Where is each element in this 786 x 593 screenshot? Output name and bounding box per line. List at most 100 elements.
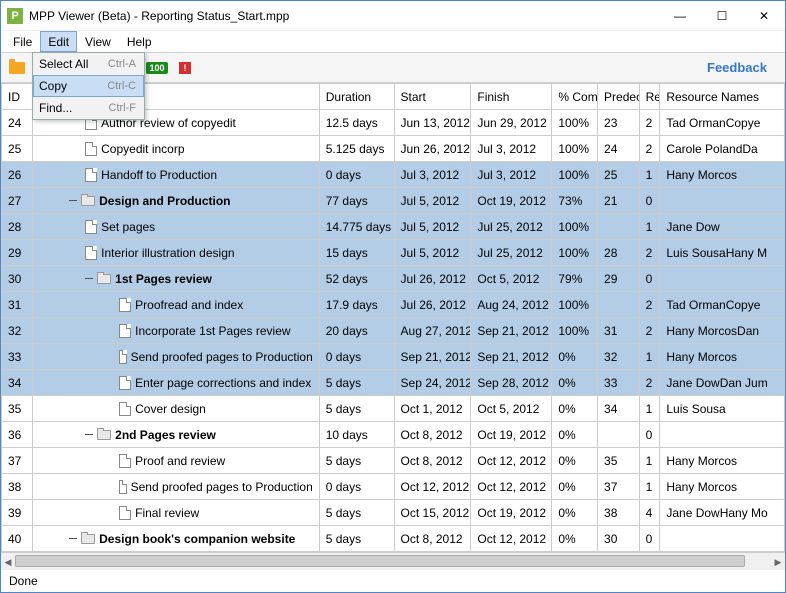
cell-name[interactable]: Handoff to Production — [33, 162, 320, 188]
cell-duration: 12.5 days — [319, 110, 394, 136]
cell-name[interactable]: Proof and review — [33, 448, 320, 474]
cell-name[interactable]: Send proofed pages to Production — [33, 474, 320, 500]
task-name: Incorporate 1st Pages review — [135, 324, 290, 338]
cell-pct: 0% — [552, 370, 598, 396]
cell-pred: 38 — [598, 500, 640, 526]
cell-id: 26 — [2, 162, 33, 188]
table-row[interactable]: 40 Design book's companion website5 days… — [2, 526, 785, 552]
cell-duration: 5 days — [319, 396, 394, 422]
col-start[interactable]: Start — [394, 84, 471, 110]
table-row[interactable]: 37 Proof and review5 daysOct 8, 2012Oct … — [2, 448, 785, 474]
scroll-thumb[interactable] — [15, 555, 745, 567]
table-row[interactable]: 35 Cover design5 daysOct 1, 2012Oct 5, 2… — [2, 396, 785, 422]
scroll-right-arrow[interactable]: ▶ — [771, 553, 785, 571]
table-row[interactable]: 33 Send proofed pages to Production0 day… — [2, 344, 785, 370]
col-pct[interactable]: % Compl — [552, 84, 598, 110]
cell-id: 30 — [2, 266, 33, 292]
task-name: Final review — [135, 506, 199, 520]
cell-name[interactable]: Interior illustration design — [33, 240, 320, 266]
document-icon — [85, 168, 97, 182]
cell-name[interactable]: Send proofed pages to Production — [33, 344, 320, 370]
expander-icon[interactable] — [85, 431, 93, 439]
task-grid[interactable]: ID Duration Start Finish % Compl Predec … — [1, 83, 785, 552]
cell-finish: Jul 3, 2012 — [471, 162, 552, 188]
cell-rc: 1 — [639, 396, 660, 422]
maximize-button[interactable]: ☐ — [701, 1, 743, 30]
cell-name[interactable]: Proofread and index — [33, 292, 320, 318]
cell-pred: 31 — [598, 318, 640, 344]
cell-pred: 23 — [598, 110, 640, 136]
document-icon — [119, 376, 131, 390]
cell-pred: 35 — [598, 448, 640, 474]
cell-resources: Hany Morcos — [660, 162, 785, 188]
table-row[interactable]: 36 2nd Pages review10 daysOct 8, 2012Oct… — [2, 422, 785, 448]
menu-find[interactable]: Find... Ctrl-F — [33, 97, 144, 119]
table-row[interactable]: 25 Copyedit incorp5.125 daysJun 26, 2012… — [2, 136, 785, 162]
col-rc[interactable]: Re C — [639, 84, 660, 110]
task-name: 1st Pages review — [115, 272, 212, 286]
cell-id: 39 — [2, 500, 33, 526]
cell-finish: Oct 19, 2012 — [471, 500, 552, 526]
cell-start: Jul 26, 2012 — [394, 292, 471, 318]
scroll-left-arrow[interactable]: ◀ — [1, 553, 15, 571]
table-row[interactable]: 27 Design and Production77 daysJul 5, 20… — [2, 188, 785, 214]
open-file-button[interactable] — [7, 58, 27, 78]
col-resources[interactable]: Resource Names — [660, 84, 785, 110]
document-icon — [119, 324, 131, 338]
cell-start: Jul 26, 2012 — [394, 266, 471, 292]
table-row[interactable]: 39 Final review5 daysOct 15, 2012Oct 19,… — [2, 500, 785, 526]
minimize-button[interactable]: — — [659, 1, 701, 30]
document-icon — [119, 298, 131, 312]
table-row[interactable]: 34 Enter page corrections and index5 day… — [2, 370, 785, 396]
document-icon — [119, 506, 131, 520]
table-row[interactable]: 30 1st Pages review52 daysJul 26, 2012Oc… — [2, 266, 785, 292]
cell-name[interactable]: 1st Pages review — [33, 266, 320, 292]
cell-resources — [660, 526, 785, 552]
table-row[interactable]: 32 Incorporate 1st Pages review20 daysAu… — [2, 318, 785, 344]
horizontal-scrollbar[interactable]: ◀ ▶ — [1, 552, 785, 570]
cell-name[interactable]: Copyedit incorp — [33, 136, 320, 162]
cell-name[interactable]: Design book's companion website — [33, 526, 320, 552]
cell-name[interactable]: Cover design — [33, 396, 320, 422]
col-finish[interactable]: Finish — [471, 84, 552, 110]
menu-edit[interactable]: Edit — [40, 31, 77, 52]
cell-start: Aug 27, 2012 — [394, 318, 471, 344]
table-row[interactable]: 29 Interior illustration design15 daysJu… — [2, 240, 785, 266]
filter-100-button[interactable]: 100 — [147, 58, 167, 78]
table-row[interactable]: 31 Proofread and index17.9 daysJul 26, 2… — [2, 292, 785, 318]
status-text: Done — [9, 574, 38, 588]
cell-name[interactable]: Set pages — [33, 214, 320, 240]
cell-finish: Oct 19, 2012 — [471, 422, 552, 448]
expander-icon[interactable] — [69, 197, 77, 205]
cell-name[interactable]: Incorporate 1st Pages review — [33, 318, 320, 344]
cell-resources: Hany Morcos — [660, 344, 785, 370]
cell-name[interactable]: Final review — [33, 500, 320, 526]
cell-pred: 33 — [598, 370, 640, 396]
menu-help[interactable]: Help — [119, 31, 160, 52]
feedback-link[interactable]: Feedback — [707, 60, 779, 75]
cell-pred — [598, 214, 640, 240]
cell-pct: 0% — [552, 474, 598, 500]
menu-select-all[interactable]: Select All Ctrl-A — [33, 53, 144, 75]
close-button[interactable]: ✕ — [743, 1, 785, 30]
filter-critical-button[interactable]: ! — [175, 58, 195, 78]
cell-name[interactable]: 2nd Pages review — [33, 422, 320, 448]
menu-view[interactable]: View — [77, 31, 119, 52]
cell-id: 36 — [2, 422, 33, 448]
col-id[interactable]: ID — [2, 84, 33, 110]
cell-name[interactable]: Design and Production — [33, 188, 320, 214]
col-pred[interactable]: Predec — [598, 84, 640, 110]
expander-icon[interactable] — [85, 275, 93, 283]
table-row[interactable]: 38 Send proofed pages to Production0 day… — [2, 474, 785, 500]
expander-icon[interactable] — [69, 535, 77, 543]
cell-name[interactable]: Enter page corrections and index — [33, 370, 320, 396]
cell-rc: 2 — [639, 136, 660, 162]
cell-start: Oct 12, 2012 — [394, 474, 471, 500]
table-row[interactable]: 28 Set pages14.775 daysJul 5, 2012Jul 25… — [2, 214, 785, 240]
task-name: Copyedit incorp — [101, 142, 184, 156]
menu-file[interactable]: File — [5, 31, 40, 52]
col-duration[interactable]: Duration — [319, 84, 394, 110]
cell-start: Jul 5, 2012 — [394, 214, 471, 240]
menu-copy[interactable]: Copy Ctrl-C — [33, 75, 144, 97]
table-row[interactable]: 26 Handoff to Production0 daysJul 3, 201… — [2, 162, 785, 188]
